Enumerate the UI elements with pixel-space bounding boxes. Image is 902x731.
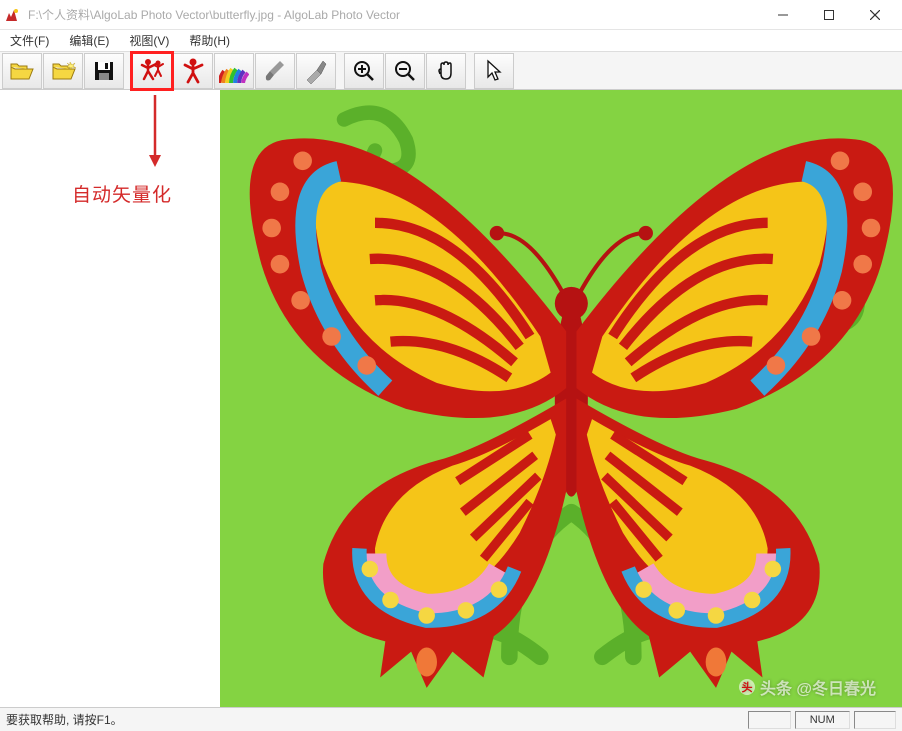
zoom-in-button[interactable] (344, 53, 384, 89)
status-num-cell: NUM (795, 711, 850, 729)
svg-text:头: 头 (741, 680, 752, 694)
left-pane: 自动矢量化 (0, 90, 220, 707)
content-area: 自动矢量化 (0, 90, 902, 707)
window-controls (760, 0, 898, 30)
watermark-text: 头条 @冬日春光 (760, 675, 876, 699)
colors-button[interactable] (214, 53, 254, 89)
open-button[interactable] (2, 53, 42, 89)
pointer-button[interactable] (474, 53, 514, 89)
canvas[interactable] (220, 90, 902, 707)
zoom-out-button[interactable] (385, 53, 425, 89)
new-button[interactable] (43, 53, 83, 89)
menu-file[interactable]: 文件(F) (4, 30, 55, 51)
menu-edit[interactable]: 编辑(E) (63, 30, 115, 51)
status-help-text: 要获取帮助, 请按F1。 (6, 711, 744, 728)
vectorize-button[interactable] (173, 53, 213, 89)
maximize-button[interactable] (806, 0, 852, 30)
auto-vectorize-button[interactable] (132, 53, 172, 89)
close-button[interactable] (852, 0, 898, 30)
app-icon (4, 7, 20, 23)
titlebar: F:\个人资料\AlgoLab Photo Vector\butterfly.j… (0, 0, 902, 30)
knife-button[interactable] (296, 53, 336, 89)
minimize-button[interactable] (760, 0, 806, 30)
save-button[interactable] (84, 53, 124, 89)
watermark-icon: 头 (738, 678, 756, 696)
menu-help[interactable]: 帮助(H) (183, 30, 236, 51)
brush-button[interactable] (255, 53, 295, 89)
menubar: 文件(F) 编辑(E) 视图(V) 帮助(H) (0, 30, 902, 52)
annotation-label: 自动矢量化 (72, 180, 172, 207)
menu-view[interactable]: 视图(V) (123, 30, 175, 51)
toolbar (0, 52, 902, 90)
status-empty-cell-2 (854, 711, 896, 729)
pan-button[interactable] (426, 53, 466, 89)
status-empty-cell (748, 711, 790, 729)
annotation-arrow (145, 95, 165, 178)
window-title: F:\个人资料\AlgoLab Photo Vector\butterfly.j… (28, 6, 760, 23)
watermark: 头 头条 @冬日春光 (738, 675, 876, 699)
statusbar: 要获取帮助, 请按F1。 NUM (0, 707, 902, 731)
